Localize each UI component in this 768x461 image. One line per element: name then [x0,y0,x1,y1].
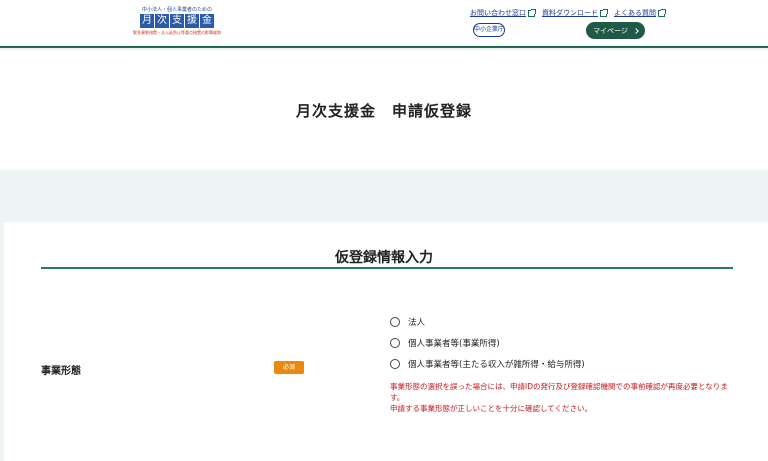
external-link-icon [528,8,536,17]
external-link-icon [600,8,608,17]
mypage-button[interactable]: マイページ [586,22,645,39]
logo-subtitle: 緊急事態措置・まん延防止等重点措置の影響緩和 [133,30,221,35]
radio-label: 法人 [408,317,426,328]
warning-note-line: 申請する事業形態が正しいことを十分に確認してください。 [390,404,593,413]
section-title: 仮登録情報入力 [335,250,433,266]
radio-option-individual-business[interactable]: 個人事業者等(事業所得) [390,332,585,353]
logo-char: 支 [170,14,184,28]
business-type-radio-group: 法人 個人事業者等(事業所得) 個人事業者等(主たる収入が雑所得・給与所得) [390,311,585,374]
radio-label: 個人事業者等(事業所得) [408,338,500,349]
download-link-label: 資料ダウンロード [542,9,598,17]
required-badge: 必須 [274,361,304,374]
logo-char: 援 [185,14,199,28]
section-divider [41,267,733,269]
logo-char: 月 [140,14,154,28]
faq-link-label: よくある質問 [614,9,656,17]
logo-tagline: 中小法人・個人事業者のための [141,7,212,13]
mypage-button-label: マイページ [593,26,628,35]
download-link[interactable]: 資料ダウンロード [542,8,608,18]
warning-note-line: 事業形態の選択を誤った場合には、申請IDの発行及び登録確認機関での事前確認が再度… [390,382,728,402]
logo-wordmark: 月 次 支 援 金 [127,14,227,28]
agency-logo[interactable]: 中小企業庁 [473,23,505,37]
business-type-label: 事業形態 [41,366,81,377]
page-title: 月次支援金 申請仮登録 [295,102,472,120]
external-link-icon [658,8,666,17]
radio-option-corporation[interactable]: 法人 [390,311,585,332]
warning-note: 事業形態の選択を誤った場合には、申請IDの発行及び登録確認機関での事前確認が再度… [390,381,735,414]
chevron-right-icon [633,27,639,34]
site-header: 中小法人・個人事業者のための 月 次 支 援 金 緊急事態措置・まん延防止等重点… [0,0,768,48]
radio-button[interactable] [390,358,400,369]
site-logo[interactable]: 中小法人・個人事業者のための 月 次 支 援 金 緊急事態措置・まん延防止等重点… [127,7,227,43]
faq-link[interactable]: よくある質問 [614,8,666,18]
radio-button[interactable] [390,337,400,348]
logo-char: 次 [155,14,169,28]
contact-link[interactable]: お問い合わせ窓口 [470,8,536,18]
logo-char: 金 [200,14,214,28]
radio-option-individual-misc-income[interactable]: 個人事業者等(主たる収入が雑所得・給与所得) [390,353,585,374]
contact-link-label: お問い合わせ窓口 [470,9,526,17]
header-links: お問い合わせ窓口 資料ダウンロード よくある質問 [470,8,666,18]
radio-button[interactable] [390,316,400,327]
radio-label: 個人事業者等(主たる収入が雑所得・給与所得) [408,359,585,370]
